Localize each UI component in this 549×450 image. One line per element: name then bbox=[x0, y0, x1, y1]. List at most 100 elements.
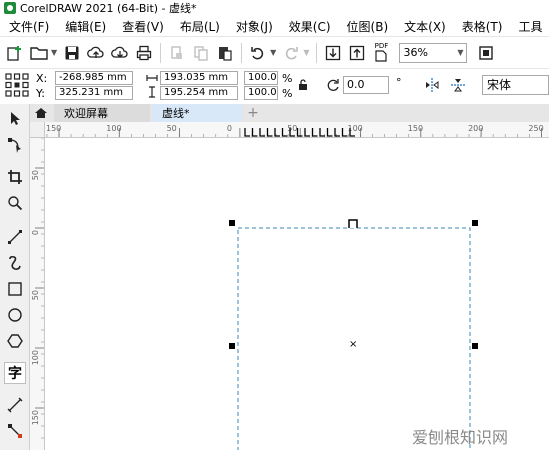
chevron-down-icon[interactable]: ▼ bbox=[51, 48, 57, 57]
ruler-tick-label: 0 bbox=[227, 124, 232, 133]
x-position-field[interactable]: -268.985 mm bbox=[55, 71, 133, 85]
import-button[interactable] bbox=[322, 42, 344, 64]
ellipse-tool-button[interactable] bbox=[4, 304, 26, 326]
full-screen-button[interactable] bbox=[475, 42, 497, 64]
magnifier-icon bbox=[8, 196, 23, 211]
menu-tools[interactable]: 工具 bbox=[510, 18, 549, 35]
rotation-angle-field[interactable]: 0.0 bbox=[343, 76, 389, 94]
ruler-selection-marker bbox=[266, 128, 273, 137]
ruler-tick-label: 200 bbox=[468, 124, 483, 133]
polygon-tool-button[interactable] bbox=[4, 330, 26, 352]
pick-tool-button[interactable] bbox=[4, 108, 26, 130]
menu-object[interactable]: 对象(J) bbox=[228, 18, 281, 35]
vertical-ruler[interactable]: 50 0 50 100 150 bbox=[30, 138, 45, 450]
cut-button[interactable] bbox=[166, 42, 188, 64]
save-button[interactable] bbox=[61, 42, 83, 64]
download-cloud-button[interactable] bbox=[109, 42, 131, 64]
drawing-canvas[interactable]: × bbox=[46, 139, 549, 450]
selection-handle-top-center[interactable] bbox=[348, 219, 358, 228]
scale-y-field[interactable]: 100.0 bbox=[244, 86, 278, 100]
connector-tool-button[interactable] bbox=[4, 420, 26, 442]
tab-document[interactable]: 虚线* bbox=[152, 104, 242, 122]
print-button[interactable] bbox=[133, 42, 155, 64]
upload-cloud-button[interactable] bbox=[85, 42, 107, 64]
undo-button[interactable] bbox=[247, 42, 269, 64]
add-tab-button[interactable]: + bbox=[244, 104, 262, 122]
tab-welcome-screen[interactable]: 欢迎屏幕 bbox=[54, 104, 150, 122]
menu-table[interactable]: 表格(T) bbox=[454, 18, 511, 35]
ruler-selection-marker bbox=[244, 128, 250, 137]
selection-handle-middle-left[interactable] bbox=[229, 343, 235, 349]
scale-x-field[interactable]: 100.0 bbox=[244, 71, 278, 85]
shape-node-icon bbox=[8, 138, 21, 153]
dimension-line-icon bbox=[7, 397, 23, 413]
ruler-tick-label: 250 bbox=[528, 124, 543, 133]
chevron-down-icon: ▼ bbox=[457, 48, 464, 57]
mirror-vertical-icon[interactable] bbox=[450, 77, 466, 93]
x-label: X: bbox=[36, 72, 48, 85]
artistic-media-tool-button[interactable] bbox=[4, 252, 26, 274]
object-origin-icon[interactable] bbox=[5, 73, 29, 97]
folder-icon bbox=[30, 46, 48, 60]
menu-bitmaps[interactable]: 位图(B) bbox=[339, 18, 397, 35]
zoom-level-value: 36% bbox=[403, 46, 428, 59]
selection-handle-top-left[interactable] bbox=[229, 220, 235, 226]
menu-edit[interactable]: 编辑(E) bbox=[57, 18, 114, 35]
paste-button[interactable] bbox=[214, 42, 236, 64]
menu-layout[interactable]: 布局(L) bbox=[172, 18, 228, 35]
new-document-icon bbox=[7, 45, 21, 61]
menu-file[interactable]: 文件(F) bbox=[0, 18, 57, 35]
export-button[interactable] bbox=[346, 42, 368, 64]
zoom-tool-button[interactable] bbox=[4, 192, 26, 214]
selection-handle-top-right[interactable] bbox=[472, 220, 478, 226]
cloud-download-icon bbox=[111, 46, 128, 58]
publish-pdf-button[interactable]: PDF bbox=[370, 42, 392, 64]
crop-tool-button[interactable] bbox=[4, 166, 26, 188]
shape-tool-button[interactable] bbox=[4, 134, 26, 156]
redo-icon bbox=[286, 46, 299, 59]
import-icon bbox=[326, 45, 341, 60]
ruler-tick-label: 150 bbox=[31, 410, 40, 425]
menu-effects[interactable]: 效果(C) bbox=[281, 18, 339, 35]
selection-handle-middle-right[interactable] bbox=[472, 343, 478, 349]
ruler-tick-label: 50 bbox=[167, 124, 177, 133]
percent-label: % bbox=[282, 72, 293, 85]
new-document-button[interactable] bbox=[4, 42, 26, 64]
freehand-tool-button[interactable] bbox=[4, 226, 26, 248]
rectangle-tool-button[interactable] bbox=[4, 278, 26, 300]
freehand-line-icon bbox=[8, 230, 22, 244]
lock-ratio-icon[interactable] bbox=[298, 79, 308, 91]
width-icon bbox=[146, 75, 158, 81]
center-marker: × bbox=[349, 339, 358, 350]
menu-view[interactable]: 查看(V) bbox=[114, 18, 172, 35]
mirror-horizontal-icon[interactable] bbox=[424, 77, 440, 93]
connector-icon bbox=[8, 424, 22, 438]
paste-icon bbox=[219, 46, 232, 61]
ruler-selection-marker bbox=[334, 128, 340, 137]
y-position-field[interactable]: 325.231 mm bbox=[55, 86, 133, 100]
pdf-icon bbox=[375, 50, 388, 62]
zoom-level-dropdown[interactable]: 36% ▼ bbox=[399, 42, 468, 63]
height-field[interactable]: 195.254 mm bbox=[160, 86, 238, 100]
ruler-origin[interactable] bbox=[30, 122, 45, 138]
parallel-dimension-tool-button[interactable] bbox=[4, 394, 26, 416]
save-icon bbox=[65, 46, 79, 59]
copy-button[interactable] bbox=[190, 42, 212, 64]
width-field[interactable]: 193.035 mm bbox=[160, 71, 238, 85]
ruler-tick-label: 50 bbox=[31, 170, 40, 180]
font-family-dropdown[interactable]: 宋体 bbox=[482, 75, 549, 95]
full-screen-icon bbox=[479, 45, 494, 60]
cloud-upload-icon bbox=[87, 46, 104, 58]
open-button[interactable] bbox=[28, 42, 50, 64]
chevron-down-icon[interactable]: ▼ bbox=[270, 48, 276, 57]
title-bar: CorelDRAW 2021 (64-Bit) - 虚线* bbox=[0, 0, 549, 16]
text-tool-button[interactable]: 字 bbox=[4, 362, 26, 384]
home-tab[interactable] bbox=[30, 104, 52, 122]
height-icon bbox=[149, 86, 155, 98]
chevron-down-icon[interactable]: ▼ bbox=[303, 48, 309, 57]
cut-icon bbox=[171, 45, 183, 59]
menu-text[interactable]: 文本(X) bbox=[396, 18, 454, 35]
redo-button[interactable] bbox=[280, 42, 302, 64]
ruler-tick-label: 0 bbox=[31, 230, 40, 235]
horizontal-ruler[interactable]: 150 100 50 0 50 100 150 200 250 bbox=[45, 122, 549, 138]
